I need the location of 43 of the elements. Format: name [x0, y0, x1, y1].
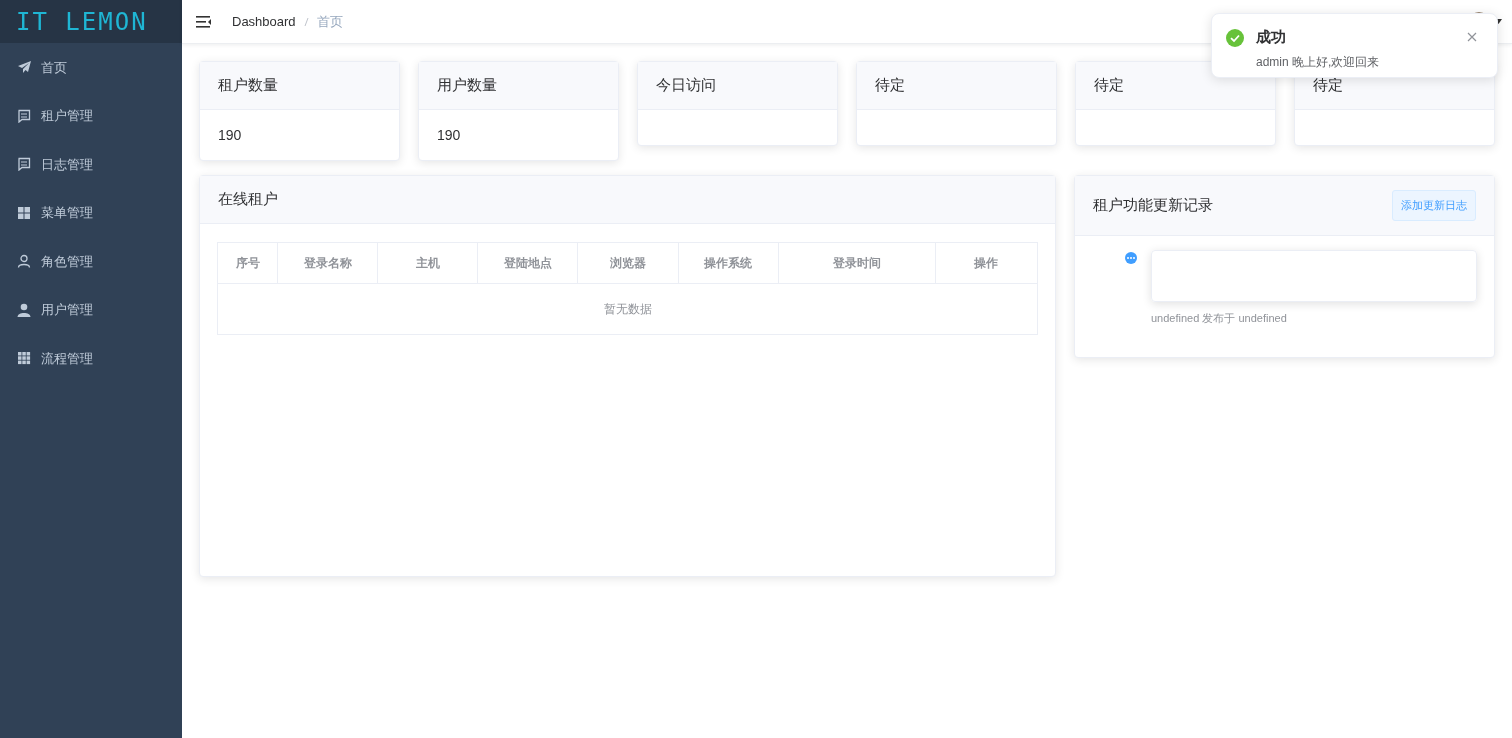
user-icon [17, 254, 31, 269]
column-header: 浏览器 [577, 242, 678, 284]
empty-text: 暂无数据 [217, 283, 1038, 335]
panel-title: 租户功能更新记录 [1093, 195, 1213, 216]
column-header: 操作 [935, 242, 1038, 284]
sidebar-item[interactable]: 租户管理 [0, 91, 182, 140]
stat-title: 今日访问 [656, 75, 716, 96]
column-header: 登陆地点 [477, 242, 578, 284]
message-icon [17, 108, 31, 123]
send-icon [17, 60, 31, 75]
column-header: 序号 [217, 242, 278, 284]
stat-title: 租户数量 [218, 75, 278, 96]
success-icon [1226, 29, 1244, 47]
stat-title: 用户数量 [437, 75, 497, 96]
close-icon[interactable] [1467, 32, 1477, 42]
sidebar-item[interactable]: 日志管理 [0, 140, 182, 189]
panel-title: 在线租户 [218, 189, 278, 210]
more-icon [1125, 252, 1137, 264]
entry-meta: undefined 发布于 undefined [1151, 311, 1288, 326]
sidebar-item[interactable]: 角色管理 [0, 237, 182, 286]
sidebar-item[interactable]: 首页 [0, 43, 182, 92]
apps-icon [17, 351, 31, 366]
message-icon [17, 157, 31, 172]
stat-value: 190 [218, 125, 242, 145]
sidebar-item[interactable]: 流程管理 [0, 334, 182, 383]
stat-title: 待定 [1313, 75, 1343, 96]
logo: IT LEMON [16, 9, 148, 34]
column-header: 登录名称 [277, 242, 378, 284]
toast-message: admin 晚上好,欢迎回来 [1256, 53, 1381, 71]
column-header: 登录时间 [778, 242, 936, 284]
stat-title: 待定 [1094, 75, 1124, 96]
menu-icon[interactable] [196, 14, 212, 29]
column-header: 主机 [377, 242, 478, 284]
user-icon [17, 302, 31, 317]
sidebar-item[interactable]: 用户管理 [0, 285, 182, 334]
sidebar-item[interactable]: 菜单管理 [0, 188, 182, 237]
breadcrumb-item: 首页 [316, 12, 343, 31]
grid-icon [17, 205, 31, 220]
column-header: 操作系统 [678, 242, 779, 284]
stat-value: 190 [437, 125, 461, 145]
toast-title: 成功 [1256, 27, 1287, 47]
breadcrumb-item[interactable]: Dashboard [232, 11, 296, 32]
stat-title: 待定 [875, 75, 905, 96]
